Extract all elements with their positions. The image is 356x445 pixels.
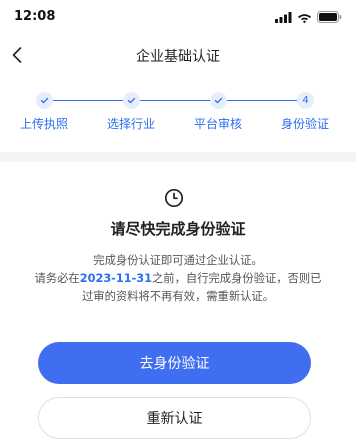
- status-icons: [275, 11, 342, 23]
- notice-line-2: 请务必在2023-11-31之前，自行完成身份验证，否则已: [14, 270, 342, 288]
- step-1-node: [36, 92, 53, 109]
- status-bar: 12:08: [0, 0, 356, 34]
- clock-icon: [164, 188, 184, 208]
- step-4-node: 4: [297, 92, 314, 109]
- notice-line-1: 完成身份认证即可通过企业认证。: [93, 254, 263, 267]
- step-connector: [53, 100, 125, 101]
- reverify-button[interactable]: 重新认证: [38, 397, 311, 439]
- deadline-date: 2023-11-31: [79, 272, 152, 285]
- step-2-node: [123, 92, 140, 109]
- notice-title: 请尽快完成身份验证: [110, 220, 246, 238]
- notice-line-3: 过审的资料将不再有效，需重新认证。: [81, 290, 275, 303]
- notice-description: 完成身份认证即可通过企业认证。 请务必在2023-11-31之前，自行完成身份验…: [14, 252, 342, 306]
- go-verify-button[interactable]: 去身份验证: [38, 342, 311, 384]
- check-icon: [214, 97, 223, 104]
- step-2-label: 选择行业: [106, 117, 155, 131]
- section-divider: [0, 152, 356, 162]
- step-3-node: [210, 92, 227, 109]
- step-connector: [140, 100, 212, 101]
- check-icon: [40, 97, 49, 104]
- step-4-label: 身份验证: [280, 117, 329, 131]
- step-4-number: 4: [302, 95, 309, 106]
- progress-stepper: 4 上传执照 选择行业 平台审核 身份验证: [0, 92, 356, 142]
- signal-icon: [275, 11, 292, 23]
- notice-line-2-suffix: 之前，自行完成身份验证，否则已: [152, 272, 322, 285]
- nav-bar: 企业基础认证: [0, 40, 356, 72]
- check-icon: [127, 97, 136, 104]
- status-time: 12:08: [14, 9, 56, 24]
- notice-line-2-prefix: 请务必在: [34, 272, 80, 285]
- wifi-icon: [298, 13, 311, 23]
- step-1-label: 上传执照: [19, 117, 68, 131]
- battery-icon: [317, 11, 342, 23]
- page-title: 企业基础认证: [136, 49, 220, 65]
- step-connector: [227, 100, 299, 101]
- step-3-label: 平台审核: [193, 117, 242, 131]
